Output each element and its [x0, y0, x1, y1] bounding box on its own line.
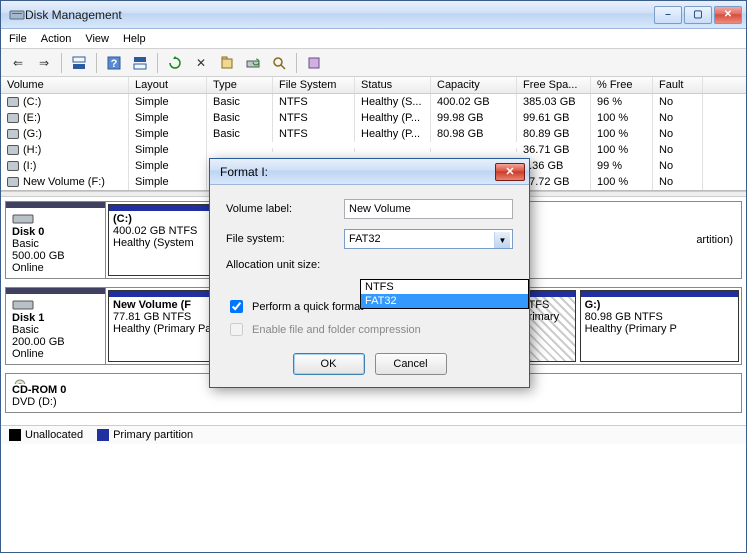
col-layout[interactable]: Layout	[129, 77, 207, 93]
menu-action[interactable]: Action	[41, 33, 72, 45]
legend: Unallocated Primary partition	[1, 425, 746, 444]
volume-label-input[interactable]	[344, 199, 513, 219]
disk-0-trail: artition)	[515, 202, 741, 278]
minimize-button[interactable]: –	[654, 6, 682, 24]
back-button[interactable]: ⇐	[7, 52, 29, 74]
view-top-icon[interactable]	[68, 52, 90, 74]
toolbar: ⇐ ⇒ ? ✕	[1, 49, 746, 77]
col-fault[interactable]: Fault	[653, 77, 703, 93]
cancel-button[interactable]: Cancel	[375, 353, 447, 375]
col-pctfree[interactable]: % Free	[591, 77, 653, 93]
disk-0-type: Basic	[12, 238, 99, 250]
properties-icon[interactable]	[216, 52, 238, 74]
separator	[61, 53, 62, 73]
dialog-titlebar[interactable]: Format I: ✕	[210, 159, 529, 185]
separator	[157, 53, 158, 73]
compression-checkbox: Enable file and folder compression	[226, 320, 513, 339]
disk-0-label: Disk 0 Basic 500.00 GB Online	[6, 202, 106, 278]
disk-1-size: 200.00 GB	[12, 336, 99, 348]
col-filesystem[interactable]: File System	[273, 77, 355, 93]
help-icon[interactable]: ?	[103, 52, 125, 74]
volume-icon	[7, 161, 19, 171]
col-free[interactable]: Free Spa...	[517, 77, 591, 93]
titlebar[interactable]: Disk Management – ▢ ✕	[1, 1, 746, 29]
dialog-close-button[interactable]: ✕	[495, 163, 525, 181]
volume-header: Volume Layout Type File System Status Ca…	[1, 77, 746, 94]
fs-option-fat32[interactable]: FAT32	[361, 294, 528, 308]
cdrom-sub: DVD (D:)	[12, 396, 100, 408]
volume-row[interactable]: (E:)SimpleBasicNTFSHealthy (P...99.98 GB…	[1, 110, 746, 126]
maximize-button[interactable]: ▢	[684, 6, 712, 24]
app-icon	[9, 7, 25, 23]
volume-icon	[7, 113, 19, 123]
format-dialog: Format I: ✕ Volume label: File system: F…	[209, 158, 530, 388]
volume-icon	[7, 145, 19, 155]
settings-icon[interactable]	[303, 52, 325, 74]
col-type[interactable]: Type	[207, 77, 273, 93]
separator	[296, 53, 297, 73]
search-icon[interactable]	[268, 52, 290, 74]
cdrom-header: CD-ROM 0	[12, 384, 100, 396]
filesystem-label: File system:	[226, 233, 344, 245]
col-capacity[interactable]: Capacity	[431, 77, 517, 93]
disk-1-header: Disk 1	[12, 312, 99, 324]
refresh-icon[interactable]	[164, 52, 186, 74]
svg-text:?: ?	[111, 58, 118, 70]
col-status[interactable]: Status	[355, 77, 431, 93]
fs-option-ntfs[interactable]: NTFS	[361, 280, 528, 294]
view-bottom-icon[interactable]	[129, 52, 151, 74]
dialog-title: Format I:	[220, 165, 495, 179]
compression-label: Enable file and folder compression	[252, 324, 421, 336]
disk-1-state: Online	[12, 348, 99, 360]
disk-0-size: 500.00 GB	[12, 250, 99, 262]
quick-format-input[interactable]	[230, 300, 243, 313]
menu-file[interactable]: File	[9, 33, 27, 45]
volume-row[interactable]: (C:)SimpleBasicNTFSHealthy (S...400.02 G…	[1, 94, 746, 110]
menu-view[interactable]: View	[85, 33, 109, 45]
chevron-down-icon: ▼	[494, 232, 510, 248]
allocation-label: Allocation unit size:	[226, 259, 344, 271]
cdrom-label: CD-ROM 0 DVD (D:)	[6, 374, 106, 412]
menu-help[interactable]: Help	[123, 33, 146, 45]
volume-row[interactable]: (H:)Simple36.71 GB100 %No	[1, 142, 746, 158]
menubar: File Action View Help	[1, 29, 746, 49]
disk-1-partition-g[interactable]: G:) 80.98 GB NTFS Healthy (Primary P	[580, 290, 739, 362]
col-volume[interactable]: Volume	[1, 77, 129, 93]
part-status: Healthy (Primary P	[585, 323, 734, 335]
volume-label-label: Volume label:	[226, 203, 344, 215]
part-name: G:)	[585, 299, 734, 311]
disk-1-label: Disk 1 Basic 200.00 GB Online	[6, 288, 106, 364]
compression-input	[230, 323, 243, 336]
quick-format-label: Perform a quick format	[252, 301, 363, 313]
filesystem-dropdown: NTFS FAT32	[360, 279, 529, 309]
delete-icon[interactable]: ✕	[190, 52, 212, 74]
part-size: 80.98 GB NTFS	[585, 311, 734, 323]
legend-unallocated: Unallocated	[9, 429, 83, 441]
volume-icon	[7, 177, 19, 187]
disk-icon	[12, 298, 34, 312]
disk-icon	[12, 212, 34, 226]
forward-button[interactable]: ⇒	[33, 52, 55, 74]
separator	[96, 53, 97, 73]
filesystem-select[interactable]: FAT32 ▼	[344, 229, 513, 249]
disk-0-header: Disk 0	[12, 226, 99, 238]
volume-row[interactable]: (G:)SimpleBasicNTFSHealthy (P...80.98 GB…	[1, 126, 746, 142]
disk-1-type: Basic	[12, 324, 99, 336]
rescan-icon[interactable]	[242, 52, 264, 74]
legend-primary: Primary partition	[97, 429, 193, 441]
filesystem-selected: FAT32	[349, 233, 381, 245]
volume-icon	[7, 129, 19, 139]
disk-0-state: Online	[12, 262, 99, 274]
volume-icon	[7, 97, 19, 107]
close-button[interactable]: ✕	[714, 6, 742, 24]
ok-button[interactable]: OK	[293, 353, 365, 375]
window-title: Disk Management	[25, 8, 654, 22]
